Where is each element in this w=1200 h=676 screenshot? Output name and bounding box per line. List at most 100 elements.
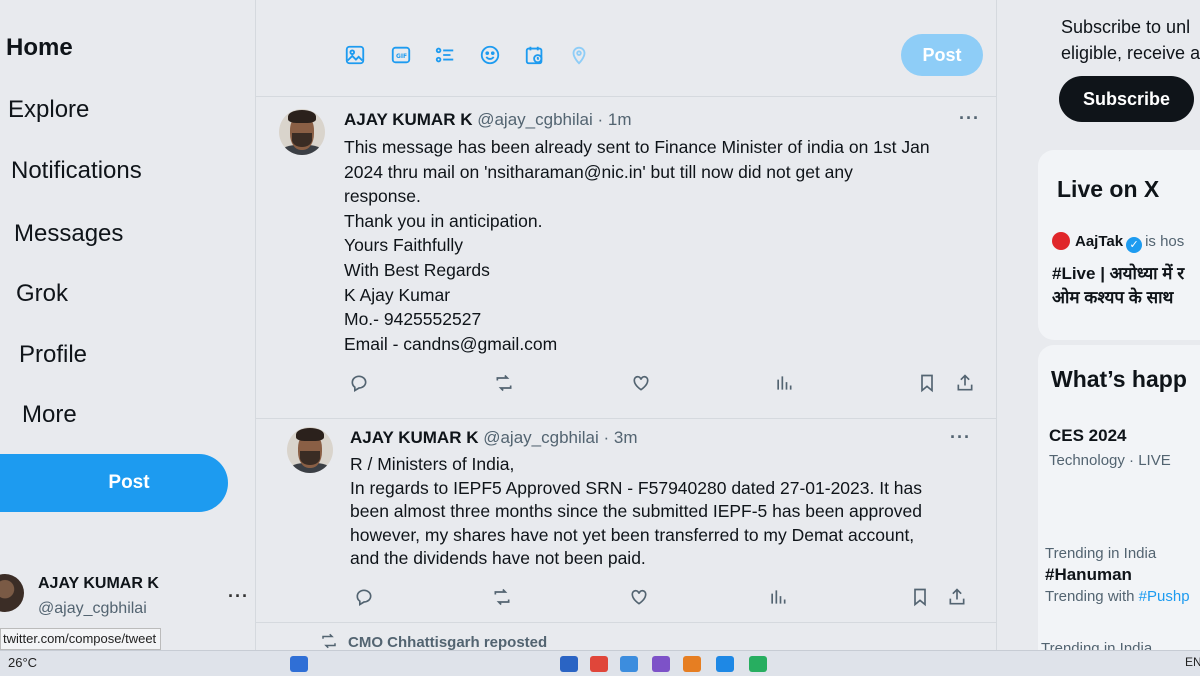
taskbar-app-icon[interactable] xyxy=(749,656,767,672)
tweet-actions xyxy=(349,373,989,395)
live-item[interactable]: AajTak ✓ is hos xyxy=(1052,232,1184,253)
taskbar-app-icon[interactable] xyxy=(652,656,670,672)
like-icon[interactable] xyxy=(631,373,653,395)
tweet-header: AJAY KUMAR K @ajay_cgbhilai · 3m xyxy=(350,428,638,448)
gif-icon[interactable]: GIF xyxy=(390,44,412,66)
live-title: Live on X xyxy=(1057,176,1160,202)
tweet-line: 2024 thru mail on 'nsitharaman@nic.in' b… xyxy=(344,161,853,182)
account-name: AJAY KUMAR K xyxy=(38,575,159,592)
more-options-icon[interactable]: ··· xyxy=(950,427,971,448)
emoji-icon[interactable] xyxy=(479,44,501,66)
location-icon[interactable] xyxy=(568,44,590,66)
repost-icon xyxy=(322,633,336,649)
nav-explore[interactable]: Explore xyxy=(8,96,89,124)
taskbar-app-icon[interactable] xyxy=(716,656,734,672)
repost-notice[interactable]: CMO Chhattisgarh reposted xyxy=(320,632,547,651)
live-account-name: AajTak xyxy=(1075,233,1124,250)
start-icon[interactable] xyxy=(290,656,308,672)
trend-link[interactable]: #Pushp xyxy=(1139,588,1190,605)
tweet-text: This message has been already sent to Fi… xyxy=(344,135,984,356)
bookmark-icon[interactable] xyxy=(917,373,939,395)
author-handle[interactable]: @ajay_cgbhilai xyxy=(483,428,599,447)
timestamp[interactable]: · 3m xyxy=(604,428,638,447)
repost-icon[interactable] xyxy=(492,587,514,609)
tweet-text: R / Ministers of India, In regards to IE… xyxy=(350,453,990,571)
live-description[interactable]: #Live | अयोध्या में र ओम कश्यप के साथ xyxy=(1052,262,1184,310)
nav-notifications[interactable]: Notifications xyxy=(11,157,142,185)
trend-meta: Trending in India xyxy=(1045,545,1157,562)
repost-icon[interactable] xyxy=(494,373,516,395)
more-options-icon[interactable]: ··· xyxy=(228,586,249,607)
subscribe-description: Subscribe to unl eligible, receive a xyxy=(1061,14,1200,66)
tweet-line: and the dividends have not been paid. xyxy=(350,548,646,568)
poll-icon[interactable] xyxy=(434,44,456,66)
trend-item[interactable]: Trending in India #Hanuman Trending with… xyxy=(1045,545,1190,605)
whats-happening-title: What’s happ xyxy=(1051,366,1187,392)
weather-temperature[interactable]: 26°C xyxy=(8,655,37,670)
views-icon[interactable] xyxy=(774,373,796,395)
trend-meta: Trending with xyxy=(1045,588,1139,605)
tweet-line: With Best Regards xyxy=(344,259,490,280)
aajtak-logo-icon xyxy=(1052,232,1070,250)
reply-icon[interactable] xyxy=(354,587,376,609)
taskbar-app-icon[interactable] xyxy=(683,656,701,672)
tweet-line: R / Ministers of India, xyxy=(350,454,515,474)
tweet-line: In regards to IEPF5 Approved SRN - F5794… xyxy=(350,477,923,498)
taskbar-app-icon[interactable] xyxy=(590,656,608,672)
live-text-line: #Live | अयोध्या में र xyxy=(1052,264,1185,283)
bookmark-icon[interactable] xyxy=(910,587,932,609)
right-sidebar: Subscribe to unl eligible, receive a Sub… xyxy=(1030,0,1200,660)
tweet-line: response. xyxy=(344,186,421,207)
avatar[interactable] xyxy=(279,109,325,155)
account-switcher[interactable]: AJAY KUMAR K @ajay_cgbhilai ··· xyxy=(0,568,250,624)
author-handle[interactable]: @ajay_cgbhilai xyxy=(477,110,593,129)
subscribe-text-line: Subscribe to unl xyxy=(1061,17,1191,37)
author-name[interactable]: AJAY KUMAR K xyxy=(344,110,472,129)
author-name[interactable]: AJAY KUMAR K xyxy=(350,428,478,447)
image-icon[interactable] xyxy=(344,44,366,66)
os-taskbar: 26°C EN xyxy=(0,650,1200,676)
divider xyxy=(256,622,996,623)
tweet-line: been almost three months since the submi… xyxy=(350,501,922,521)
divider xyxy=(256,96,996,97)
tweet-actions xyxy=(354,587,994,609)
nav-home[interactable]: Home xyxy=(6,34,73,62)
composer-post-button[interactable]: Post xyxy=(901,34,983,76)
main-timeline: GIF Post AJAY KUMAR K @ajay_cgbhilai · 1… xyxy=(255,0,997,660)
divider xyxy=(256,418,996,419)
subscribe-button[interactable]: Subscribe xyxy=(1059,76,1194,122)
more-options-icon[interactable]: ··· xyxy=(959,108,980,129)
reply-icon[interactable] xyxy=(349,373,371,395)
trend-title: #Hanuman xyxy=(1045,565,1132,584)
share-icon[interactable] xyxy=(955,373,977,395)
left-sidebar: Home Explore Notifications Messages Grok… xyxy=(0,0,255,650)
nav-grok[interactable]: Grok xyxy=(16,280,68,308)
avatar xyxy=(0,574,24,612)
account-handle: @ajay_cgbhilai xyxy=(38,600,147,617)
avatar[interactable] xyxy=(287,427,333,473)
tweet-header: AJAY KUMAR K @ajay_cgbhilai · 1m xyxy=(344,110,632,130)
trend-title: CES 2024 xyxy=(1049,426,1127,445)
tweet-line: however, my shares have not yet been tra… xyxy=(350,524,915,545)
trend-item[interactable]: CES 2024 Technology · LIVE xyxy=(1049,426,1171,469)
live-text-line: ओम कश्यप के साथ xyxy=(1052,288,1174,307)
nav-profile[interactable]: Profile xyxy=(19,341,87,369)
schedule-icon[interactable] xyxy=(524,44,546,66)
tweet-line: This message has been already sent to Fi… xyxy=(344,137,930,157)
taskbar-app-icon[interactable] xyxy=(560,656,578,672)
trend-meta: Technology · LIVE xyxy=(1049,452,1171,469)
taskbar-app-icon[interactable] xyxy=(620,656,638,672)
nav-more[interactable]: More xyxy=(22,401,77,429)
live-suffix: is hos xyxy=(1145,233,1185,250)
views-icon[interactable] xyxy=(768,587,790,609)
nav-messages[interactable]: Messages xyxy=(14,220,123,248)
language-indicator[interactable]: EN xyxy=(1185,655,1200,669)
tweet-line: K Ajay Kumar xyxy=(344,284,451,305)
share-icon[interactable] xyxy=(947,587,969,609)
svg-text:GIF: GIF xyxy=(396,53,407,60)
timestamp[interactable]: · 1m xyxy=(598,110,632,129)
tweet-line: Mo.- 9425552527 xyxy=(344,309,482,330)
status-bar-url: twitter.com/compose/tweet xyxy=(0,628,162,650)
sidebar-post-button[interactable]: Post xyxy=(0,454,228,512)
like-icon[interactable] xyxy=(629,587,651,609)
